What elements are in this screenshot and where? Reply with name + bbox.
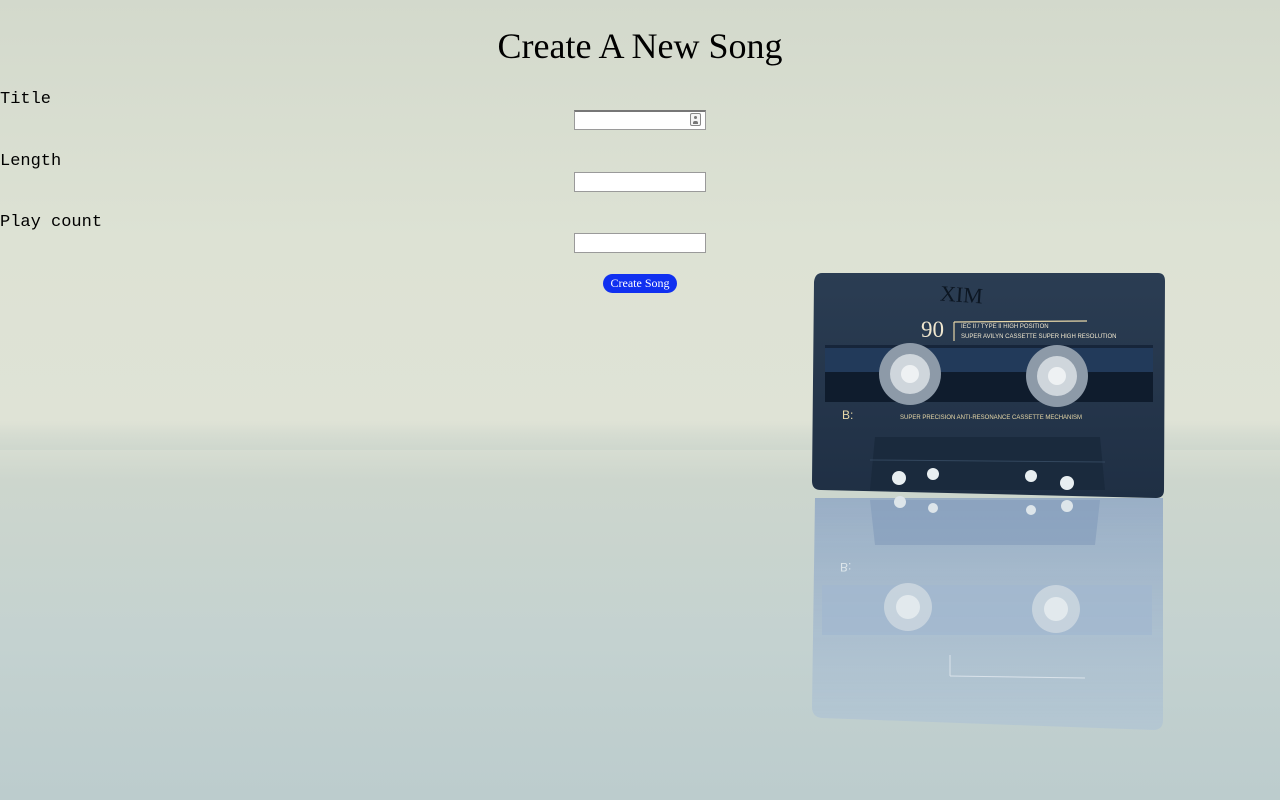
length-label: Length: [0, 152, 62, 171]
length-input[interactable]: [574, 172, 706, 192]
cassette-label-line2: SUPER AVILYN CASSETTE SUPER HIGH RESOLUT…: [961, 334, 1117, 340]
cassette-number: 90: [921, 317, 944, 342]
play-count-input[interactable]: [574, 233, 706, 253]
create-song-form-container: Create A New Song: [0, 0, 1280, 66]
cassette-body: [812, 273, 1165, 498]
cassette-handwriting: XIM: [939, 280, 984, 309]
title-input[interactable]: [574, 110, 706, 130]
title-label: Title: [0, 90, 52, 109]
cassette-side-label: B:: [842, 408, 854, 422]
play-count-label: Play count: [0, 213, 103, 232]
cassette-mechanism-text: SUPER PRECISION ANTI-RESONANCE CASSETTE …: [900, 415, 1083, 421]
cassette-reflection: B:: [812, 496, 1163, 730]
length-field-group: Length: [0, 152, 1280, 192]
svg-text:B:: B:: [840, 560, 851, 574]
title-input-wrap: [574, 110, 706, 130]
play-count-field-group: Play count: [0, 213, 1280, 253]
autofill-contact-icon[interactable]: [690, 113, 701, 126]
title-field-group: Title: [0, 90, 1280, 130]
page-title: Create A New Song: [497, 26, 783, 66]
create-song-button[interactable]: Create Song: [603, 274, 677, 293]
cassette-label-line1: IEC II / TYPE II HIGH POSITION: [961, 324, 1049, 330]
